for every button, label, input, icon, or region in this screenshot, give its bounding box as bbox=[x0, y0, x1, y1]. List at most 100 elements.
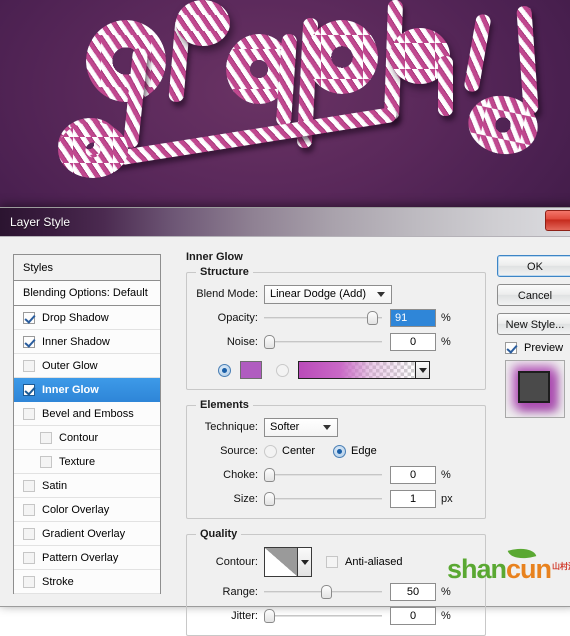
dialog-body: Styles Blending Options: Default Drop Sh… bbox=[0, 237, 570, 636]
cancel-button[interactable]: Cancel bbox=[497, 284, 570, 306]
checkbox-contour[interactable] bbox=[40, 431, 52, 444]
style-row-color-overlay[interactable]: Color Overlay bbox=[14, 498, 160, 522]
style-row-inner-glow[interactable]: Inner Glow bbox=[14, 378, 160, 402]
checkbox-anti-aliased[interactable] bbox=[326, 556, 338, 568]
noise-input[interactable]: 0 bbox=[390, 333, 436, 351]
elements-legend: Elements bbox=[200, 399, 249, 411]
size-slider-thumb[interactable] bbox=[264, 492, 275, 506]
blend-mode-row: Blend Mode: Linear Dodge (Add) bbox=[196, 283, 476, 305]
checkbox-satin[interactable] bbox=[23, 479, 35, 492]
source-row: Source: Center Edge bbox=[196, 440, 476, 462]
style-label-contour: Contour bbox=[59, 431, 99, 444]
layer-style-dialog: Layer Style Styles Blending Options: Def… bbox=[0, 207, 570, 636]
noise-row: Noise: 0 % bbox=[196, 331, 476, 353]
style-row-outer-glow[interactable]: Outer Glow bbox=[14, 354, 160, 378]
opacity-label: Opacity: bbox=[217, 312, 258, 324]
choke-slider-thumb[interactable] bbox=[264, 468, 275, 482]
range-unit: % bbox=[441, 586, 451, 598]
choke-label: Choke: bbox=[223, 469, 258, 481]
style-label-texture: Texture bbox=[59, 455, 96, 468]
checkbox-bevel-and-emboss[interactable] bbox=[23, 407, 35, 420]
jitter-label: Jitter: bbox=[231, 610, 258, 622]
checkbox-drop-shadow[interactable] bbox=[23, 311, 35, 324]
style-row-satin[interactable]: Satin bbox=[14, 474, 160, 498]
style-row-inner-shadow[interactable]: Inner Shadow bbox=[14, 330, 160, 354]
checkbox-stroke[interactable] bbox=[23, 575, 35, 588]
range-slider-thumb[interactable] bbox=[320, 585, 332, 599]
dialog-titlebar[interactable]: Layer Style bbox=[0, 208, 570, 237]
style-label-outer-glow: Outer Glow bbox=[42, 359, 98, 372]
range-slider[interactable] bbox=[264, 584, 382, 600]
checkbox-inner-glow[interactable] bbox=[23, 383, 35, 396]
opacity-slider[interactable] bbox=[264, 310, 382, 326]
glow-gradient-preview[interactable] bbox=[298, 361, 416, 379]
jitter-slider-track bbox=[264, 615, 382, 617]
choke-slider[interactable] bbox=[264, 467, 382, 483]
radio-source-center[interactable] bbox=[264, 444, 277, 458]
letter-swash bbox=[98, 106, 398, 169]
preview-toggle[interactable]: Preview bbox=[505, 342, 570, 354]
jitter-input[interactable]: 0 bbox=[390, 607, 436, 625]
jitter-slider[interactable] bbox=[264, 608, 382, 624]
range-input[interactable]: 50 bbox=[390, 583, 436, 601]
radio-source-edge[interactable] bbox=[333, 444, 347, 458]
blend-mode-select[interactable]: Linear Dodge (Add) bbox=[264, 284, 392, 304]
size-slider[interactable] bbox=[264, 491, 382, 507]
contour-preview[interactable] bbox=[264, 547, 298, 577]
blend-mode-value: Linear Dodge (Add) bbox=[270, 288, 367, 300]
blending-options-row[interactable]: Blending Options: Default bbox=[14, 281, 160, 306]
checkbox-pattern-overlay[interactable] bbox=[23, 551, 35, 564]
noise-slider-thumb[interactable] bbox=[264, 335, 275, 349]
chevron-down-icon[interactable] bbox=[298, 547, 312, 577]
checkbox-gradient-overlay[interactable] bbox=[23, 527, 35, 540]
opacity-slider-thumb[interactable] bbox=[366, 311, 378, 325]
checkbox-texture[interactable] bbox=[40, 455, 52, 468]
ok-button[interactable]: OK bbox=[497, 255, 570, 277]
close-icon[interactable] bbox=[545, 210, 570, 231]
technique-value: Softer bbox=[270, 421, 300, 433]
contour-row: Contour: Anti-aliased bbox=[196, 545, 476, 579]
style-row-pattern-overlay[interactable]: Pattern Overlay bbox=[14, 546, 160, 570]
settings-pane-title: Inner Glow bbox=[186, 251, 243, 263]
style-label-color-overlay: Color Overlay bbox=[42, 503, 110, 516]
radio-glow-color[interactable] bbox=[218, 363, 231, 377]
letter-r-arc bbox=[176, 0, 230, 46]
artwork-background bbox=[0, 0, 570, 215]
checkbox-outer-glow[interactable] bbox=[23, 359, 35, 372]
chevron-down-icon bbox=[377, 291, 385, 297]
new-style-button[interactable]: New Style... bbox=[497, 313, 570, 335]
style-row-texture[interactable]: Texture bbox=[14, 450, 160, 474]
chevron-down-icon[interactable] bbox=[416, 361, 430, 379]
choke-input[interactable]: 0 bbox=[390, 466, 436, 484]
checkbox-preview[interactable] bbox=[505, 342, 517, 354]
radio-glow-gradient[interactable] bbox=[276, 363, 289, 377]
jitter-row: Jitter: 0 % bbox=[196, 605, 476, 627]
style-row-stroke[interactable]: Stroke bbox=[14, 570, 160, 594]
technique-select[interactable]: Softer bbox=[264, 417, 338, 437]
style-label-drop-shadow: Drop Shadow bbox=[42, 311, 109, 324]
opacity-input[interactable]: 91 bbox=[390, 309, 436, 327]
checkbox-color-overlay[interactable] bbox=[23, 503, 35, 516]
letter-y-right bbox=[516, 5, 539, 115]
style-row-drop-shadow[interactable]: Drop Shadow bbox=[14, 306, 160, 330]
noise-label: Noise: bbox=[226, 336, 258, 348]
glow-color-swatch[interactable] bbox=[240, 361, 262, 379]
styles-list-header: Styles bbox=[14, 255, 160, 281]
style-preview-thumbnail bbox=[505, 360, 565, 418]
checkbox-inner-shadow[interactable] bbox=[23, 335, 35, 348]
style-label-inner-glow: Inner Glow bbox=[42, 383, 99, 396]
styles-list-panel: Styles Blending Options: Default Drop Sh… bbox=[13, 254, 161, 594]
jitter-slider-thumb[interactable] bbox=[264, 609, 275, 623]
elements-group: Elements Technique: Softer Source: Cente… bbox=[186, 399, 486, 519]
noise-slider[interactable] bbox=[264, 334, 382, 350]
opacity-row: Opacity: 91 % bbox=[196, 307, 476, 329]
style-label-gradient-overlay: Gradient Overlay bbox=[42, 527, 126, 540]
style-row-contour[interactable]: Contour bbox=[14, 426, 160, 450]
preview-swatch bbox=[518, 371, 550, 403]
anti-aliased-toggle[interactable]: Anti-aliased bbox=[326, 556, 402, 568]
size-input[interactable]: 1 bbox=[390, 490, 436, 508]
noise-slider-track bbox=[264, 341, 382, 343]
style-row-gradient-overlay[interactable]: Gradient Overlay bbox=[14, 522, 160, 546]
style-row-bevel-and-emboss[interactable]: Bevel and Emboss bbox=[14, 402, 160, 426]
choke-slider-track bbox=[264, 474, 382, 476]
